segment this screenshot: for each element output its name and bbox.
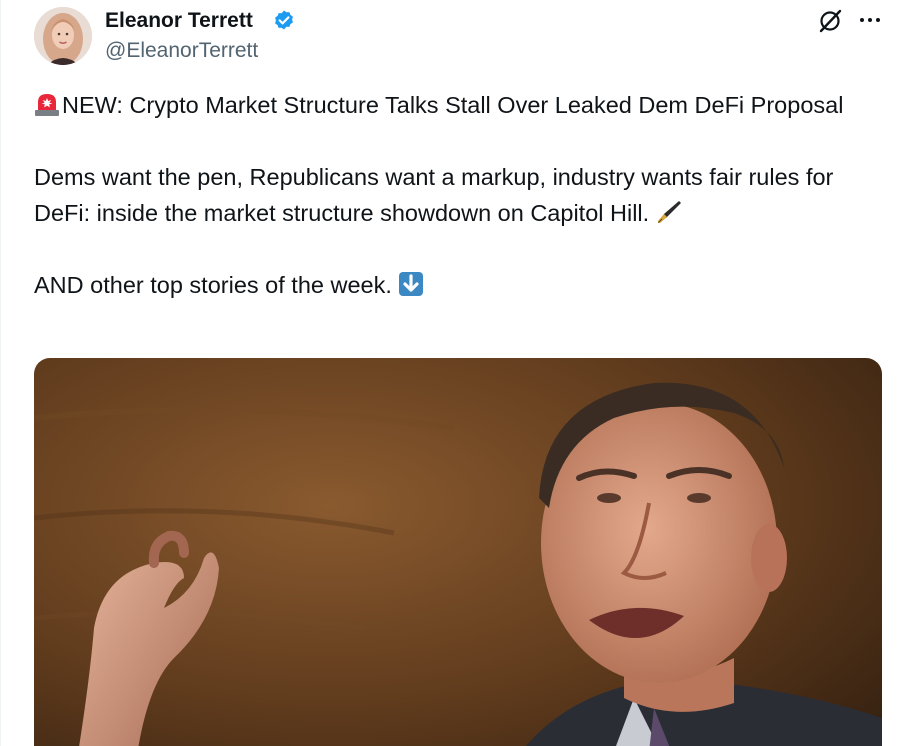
tweet-headline-line: NEW: Crypto Market Structure Talks Stall… <box>34 87 844 123</box>
tweet-paragraph-3: AND other top stories of the week. <box>34 272 392 298</box>
grok-icon[interactable] <box>816 7 844 35</box>
tweet-media-photo[interactable] <box>34 358 882 746</box>
avatar[interactable] <box>34 7 92 65</box>
fountain-pen-icon <box>657 201 681 223</box>
author-handle[interactable]: @EleanorTerrett <box>105 38 258 64</box>
tweet-text: NEW: Crypto Market Structure Talks Stall… <box>34 87 844 303</box>
author-name[interactable]: Eleanor Terrett <box>105 8 253 34</box>
tweet-headline: NEW: Crypto Market Structure Talks Stall… <box>62 92 844 118</box>
tweet-paragraph-3-line: AND other top stories of the week. <box>34 267 844 303</box>
tweet-paragraph-2: Dems want the pen, Republicans want a ma… <box>34 164 834 226</box>
rotating-light-icon <box>35 94 59 116</box>
tweet-paragraph-2-line: Dems want the pen, Republicans want a ma… <box>34 159 844 231</box>
photo-illustration <box>34 358 882 746</box>
tweet-card: Eleanor Terrett @EleanorTerrett NEW: Cry… <box>0 0 905 746</box>
down-arrow-icon <box>399 272 424 296</box>
verified-badge-icon <box>275 10 293 30</box>
avatar-image <box>34 7 92 65</box>
more-icon[interactable] <box>856 8 884 32</box>
